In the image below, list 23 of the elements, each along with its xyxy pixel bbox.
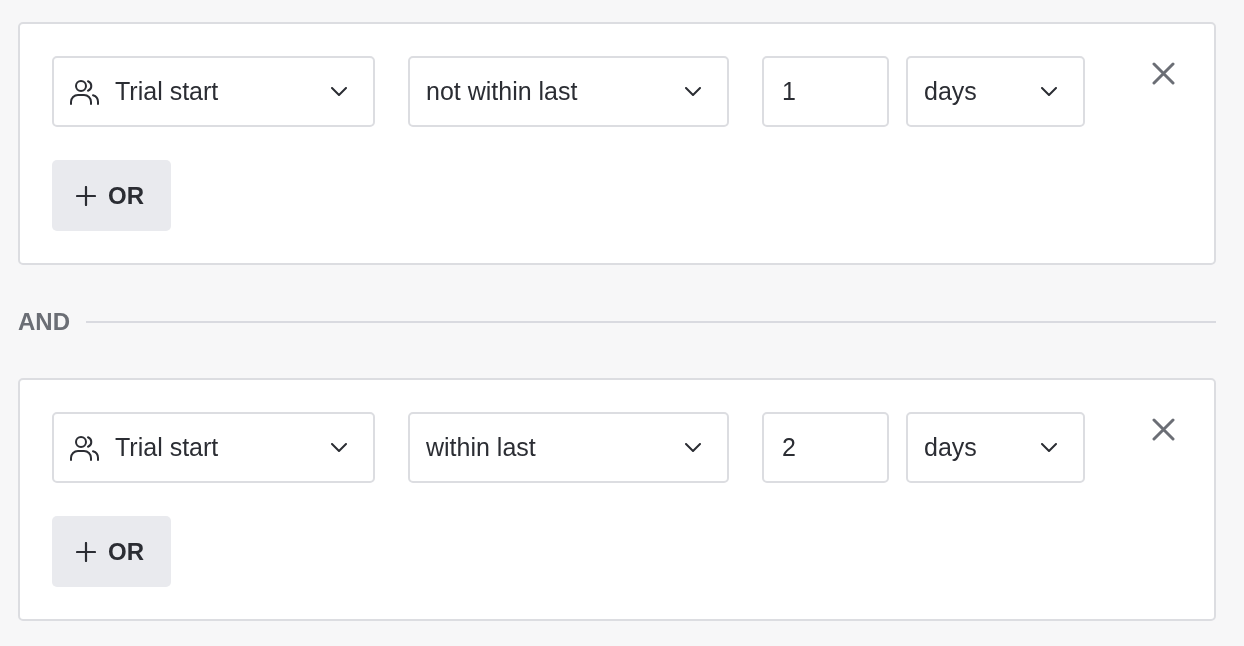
plus-icon <box>76 185 96 206</box>
chevron-down-icon <box>685 443 701 452</box>
people-icon <box>70 78 99 105</box>
people-icon <box>70 434 99 461</box>
chevron-down-icon <box>331 443 347 452</box>
plus-icon <box>76 541 96 562</box>
operator-dropdown[interactable]: within last <box>408 412 729 483</box>
chevron-down-icon <box>331 87 347 96</box>
chevron-down-icon <box>1041 87 1057 96</box>
chevron-down-icon <box>685 87 701 96</box>
close-icon <box>1151 417 1175 441</box>
amount-input[interactable]: 2 <box>762 412 889 483</box>
field-dropdown[interactable]: Trial start <box>52 412 375 483</box>
operator-dropdown[interactable]: not within last <box>408 56 729 127</box>
add-or-button[interactable]: OR <box>52 516 171 587</box>
chevron-down-icon <box>1041 443 1057 452</box>
close-icon <box>1151 61 1175 85</box>
field-dropdown[interactable]: Trial start <box>52 56 375 127</box>
unit-dropdown[interactable]: days <box>906 56 1085 127</box>
and-label: AND <box>18 307 70 336</box>
add-or-button[interactable]: OR <box>52 160 171 231</box>
unit-dropdown[interactable]: days <box>906 412 1085 483</box>
amount-input[interactable]: 1 <box>762 56 889 127</box>
